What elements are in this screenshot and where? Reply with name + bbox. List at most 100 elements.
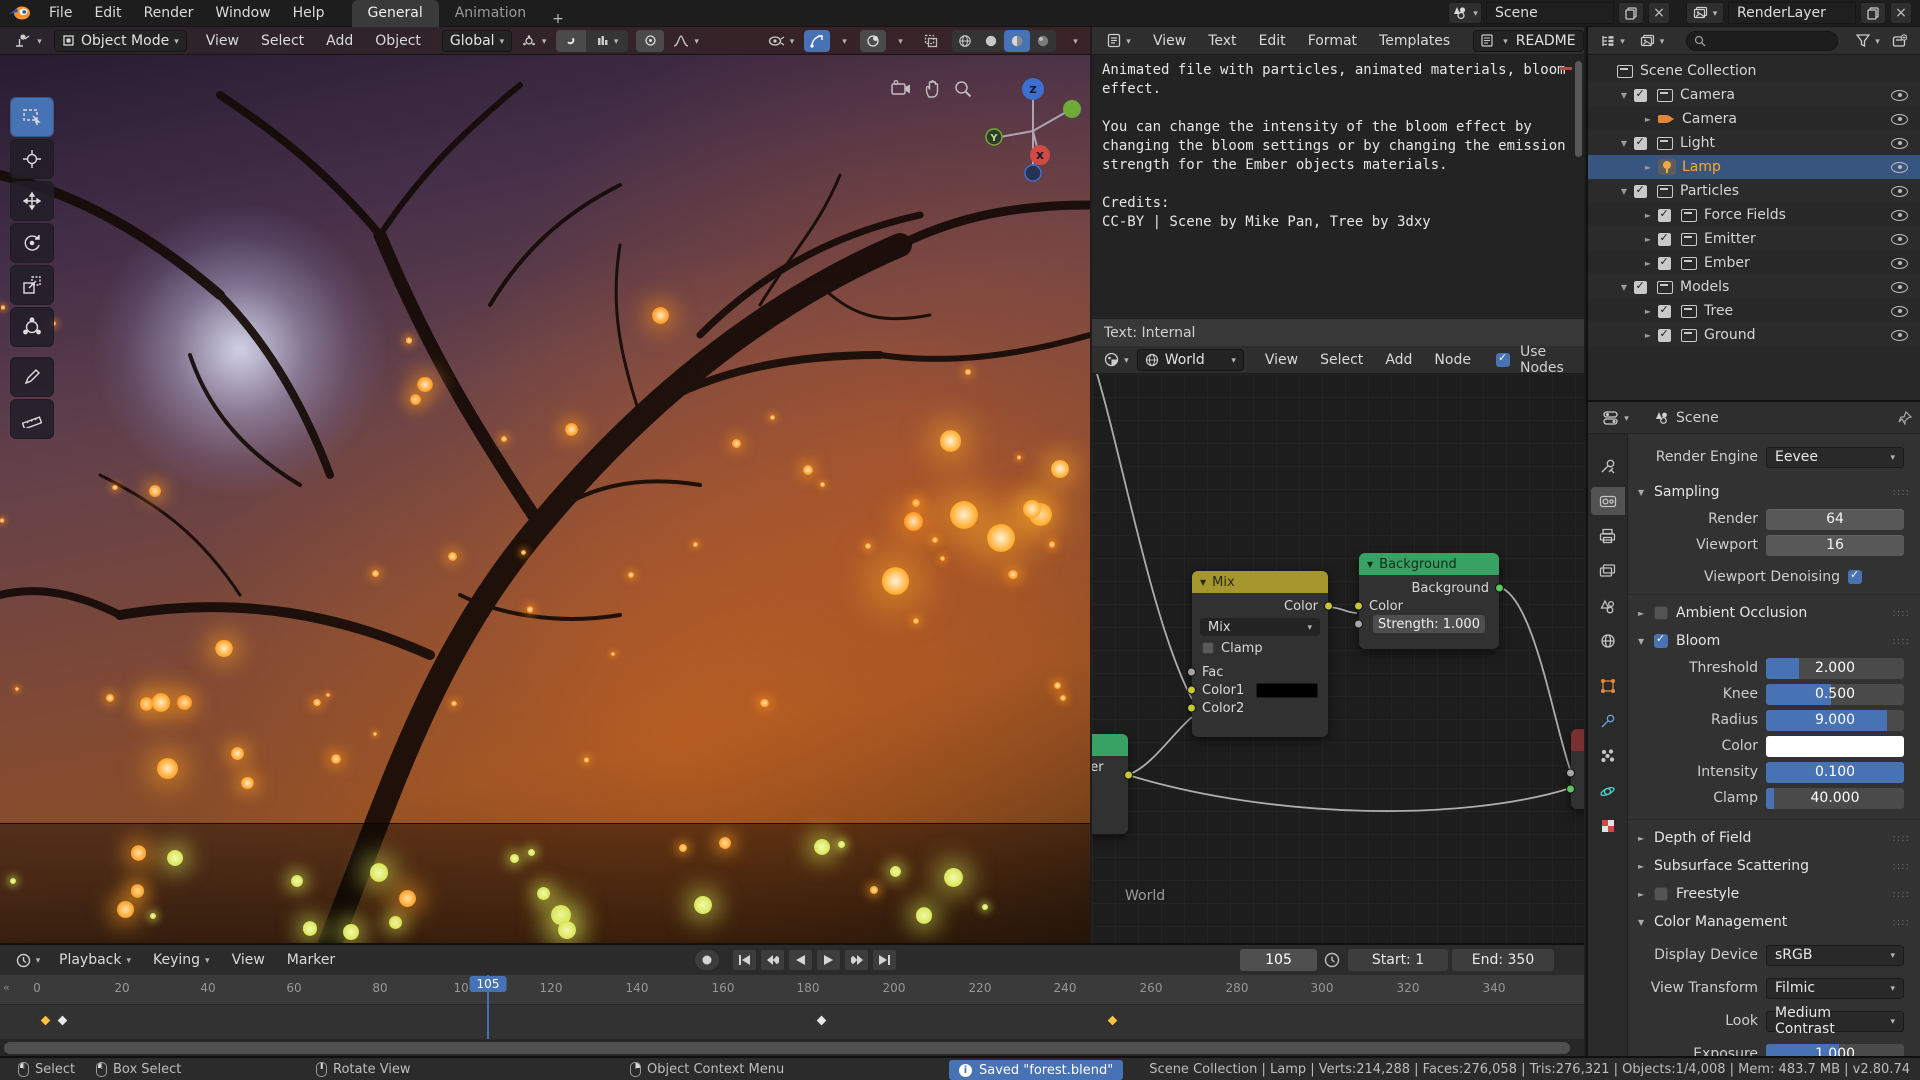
overlays-toggle[interactable] bbox=[860, 30, 886, 52]
tool-measure[interactable] bbox=[10, 399, 54, 439]
value-slider[interactable]: 2.000 bbox=[1766, 658, 1904, 679]
menu-item[interactable]: View bbox=[1254, 352, 1309, 368]
timeline-ruler[interactable]: 0204060801001201401601802002202402602803… bbox=[0, 975, 1584, 1005]
menu-item[interactable]: Add bbox=[315, 33, 364, 49]
add-workspace-button[interactable]: + bbox=[542, 11, 574, 27]
gizmo-toggle[interactable] bbox=[804, 30, 830, 52]
display-mode-selector[interactable] bbox=[1632, 30, 1672, 52]
view-layer-name-field[interactable]: RenderLayer bbox=[1728, 2, 1856, 24]
current-frame-field[interactable]: 105 bbox=[1240, 949, 1317, 971]
dropdown[interactable]: sRGB bbox=[1766, 945, 1904, 966]
shading-material-button[interactable] bbox=[1004, 30, 1030, 52]
tab-render[interactable] bbox=[1591, 487, 1625, 515]
collection-checkbox[interactable] bbox=[1634, 89, 1647, 102]
outliner-row[interactable]: ►Tree bbox=[1588, 299, 1920, 323]
tab-particles[interactable] bbox=[1591, 742, 1625, 770]
collection-checkbox[interactable] bbox=[1634, 185, 1647, 198]
text-datablock-selector[interactable]: README bbox=[1473, 30, 1583, 52]
expander-icon[interactable]: ► bbox=[1638, 259, 1658, 268]
menu-item[interactable]: Object bbox=[364, 33, 432, 49]
tool-move[interactable] bbox=[10, 181, 54, 221]
eye-icon[interactable] bbox=[1891, 282, 1908, 293]
menu-item[interactable]: Window bbox=[204, 5, 281, 21]
collection-checkbox[interactable] bbox=[1658, 257, 1671, 270]
tab-output[interactable] bbox=[1591, 522, 1625, 550]
expand-arrow-icon[interactable]: ► bbox=[1638, 890, 1654, 899]
scroll-arrows-icon[interactable]: « bbox=[3, 981, 10, 994]
expander-icon[interactable]: ► bbox=[1638, 163, 1658, 172]
saved-notification-chip[interactable]: iSaved "forest.blend" bbox=[949, 1060, 1123, 1080]
tab-scene[interactable] bbox=[1591, 592, 1625, 620]
strength-field[interactable]: Strength: 1.000 bbox=[1373, 615, 1485, 633]
collection-checkbox[interactable] bbox=[1658, 305, 1671, 318]
outliner-row[interactable]: ►Emitter bbox=[1588, 227, 1920, 251]
breadcrumb[interactable]: Scene bbox=[1654, 410, 1719, 426]
tab-modifiers[interactable] bbox=[1591, 707, 1625, 735]
expander-icon[interactable]: ► bbox=[1638, 331, 1658, 340]
eye-icon[interactable] bbox=[1891, 138, 1908, 149]
fac-input-socket[interactable] bbox=[1187, 668, 1196, 677]
panel-checkbox[interactable] bbox=[1654, 887, 1668, 901]
keyframe-diamond[interactable] bbox=[56, 1014, 69, 1027]
color-output-socket[interactable] bbox=[1324, 602, 1333, 611]
use-nodes-checkbox[interactable] bbox=[1496, 353, 1510, 367]
expander-icon[interactable]: ▼ bbox=[1614, 91, 1634, 100]
pin-icon[interactable] bbox=[1898, 407, 1912, 429]
menu-item[interactable]: Edit bbox=[1248, 33, 1297, 49]
menu-item[interactable]: Marker bbox=[276, 952, 346, 968]
eye-icon[interactable] bbox=[1891, 186, 1908, 197]
proportional-falloff-selector[interactable] bbox=[664, 30, 708, 52]
tool-rotate[interactable] bbox=[10, 223, 54, 263]
eye-icon[interactable] bbox=[1891, 114, 1908, 125]
color-input-socket[interactable] bbox=[1354, 602, 1363, 611]
panel-header[interactable]: ►Subsurface Scattering:::: bbox=[1628, 852, 1920, 880]
background-node[interactable]: ▼Background Background Color Strength: 1… bbox=[1359, 553, 1499, 649]
expander-icon[interactable]: ▼ bbox=[1614, 187, 1634, 196]
collection-checkbox[interactable] bbox=[1658, 233, 1671, 246]
eye-icon[interactable] bbox=[1891, 210, 1908, 221]
outliner-row[interactable]: ▼Camera bbox=[1588, 83, 1920, 107]
outliner-search[interactable] bbox=[1686, 31, 1838, 51]
partial-output-node[interactable] bbox=[1571, 729, 1584, 809]
transform-orientation-selector[interactable]: Global bbox=[442, 30, 512, 52]
editor-type-button[interactable] bbox=[8, 30, 48, 52]
outliner-row[interactable]: Scene Collection bbox=[1588, 59, 1920, 83]
scrollbar-thumb[interactable] bbox=[4, 1042, 1570, 1054]
keyframe-diamond[interactable] bbox=[815, 1014, 828, 1027]
axis-navigation-gizmo[interactable]: Z X Y bbox=[978, 71, 1088, 191]
outliner-row[interactable]: ►Lamp bbox=[1588, 155, 1920, 179]
outliner-row[interactable]: ►Camera bbox=[1588, 107, 1920, 131]
outliner-row[interactable]: ►Ember bbox=[1588, 251, 1920, 275]
xray-toggle[interactable] bbox=[918, 30, 944, 52]
partial-left-node[interactable]: der bbox=[1092, 734, 1128, 834]
drag-dots-icon[interactable]: :::: bbox=[1893, 889, 1910, 900]
menu-item[interactable]: Keying bbox=[142, 952, 221, 968]
tab-tool[interactable] bbox=[1591, 452, 1625, 480]
bloom-checkbox[interactable] bbox=[1654, 634, 1668, 648]
zoom-icon[interactable] bbox=[953, 79, 973, 99]
eye-icon[interactable] bbox=[1891, 258, 1908, 269]
pan-hand-icon[interactable] bbox=[923, 79, 943, 99]
playhead-frame-chip[interactable]: 105 bbox=[470, 976, 507, 992]
text-scrollbar[interactable] bbox=[1575, 61, 1582, 157]
menu-item[interactable]: Edit bbox=[83, 5, 132, 21]
search-input[interactable] bbox=[1711, 33, 1821, 48]
view-layer-browse-button[interactable] bbox=[1686, 2, 1724, 24]
shading-rendered-button[interactable] bbox=[1030, 30, 1056, 52]
bloom-color-swatch[interactable] bbox=[1766, 736, 1904, 757]
number-field[interactable]: 64 bbox=[1766, 509, 1904, 530]
collection-checkbox[interactable] bbox=[1658, 329, 1671, 342]
snap-settings-selector[interactable] bbox=[586, 30, 628, 52]
editor-type-button[interactable] bbox=[1594, 30, 1632, 52]
tool-select-box[interactable] bbox=[10, 97, 54, 137]
frame-start-field[interactable]: Start: 1 bbox=[1348, 949, 1448, 971]
tab-view-layer[interactable] bbox=[1591, 557, 1625, 585]
eye-icon[interactable] bbox=[1891, 90, 1908, 101]
menu-item[interactable]: Select bbox=[250, 33, 315, 49]
mix-node[interactable]: ▼Mix Color Mix Clamp Fac Color1 Color2 bbox=[1192, 571, 1328, 737]
editor-type-button[interactable] bbox=[1100, 349, 1133, 371]
shader-type-selector[interactable]: World bbox=[1137, 349, 1244, 371]
render-engine-dropdown[interactable]: Eevee bbox=[1766, 447, 1904, 468]
menu-item[interactable]: View bbox=[195, 33, 250, 49]
panel-header[interactable]: ►Depth of Field:::: bbox=[1628, 824, 1920, 852]
